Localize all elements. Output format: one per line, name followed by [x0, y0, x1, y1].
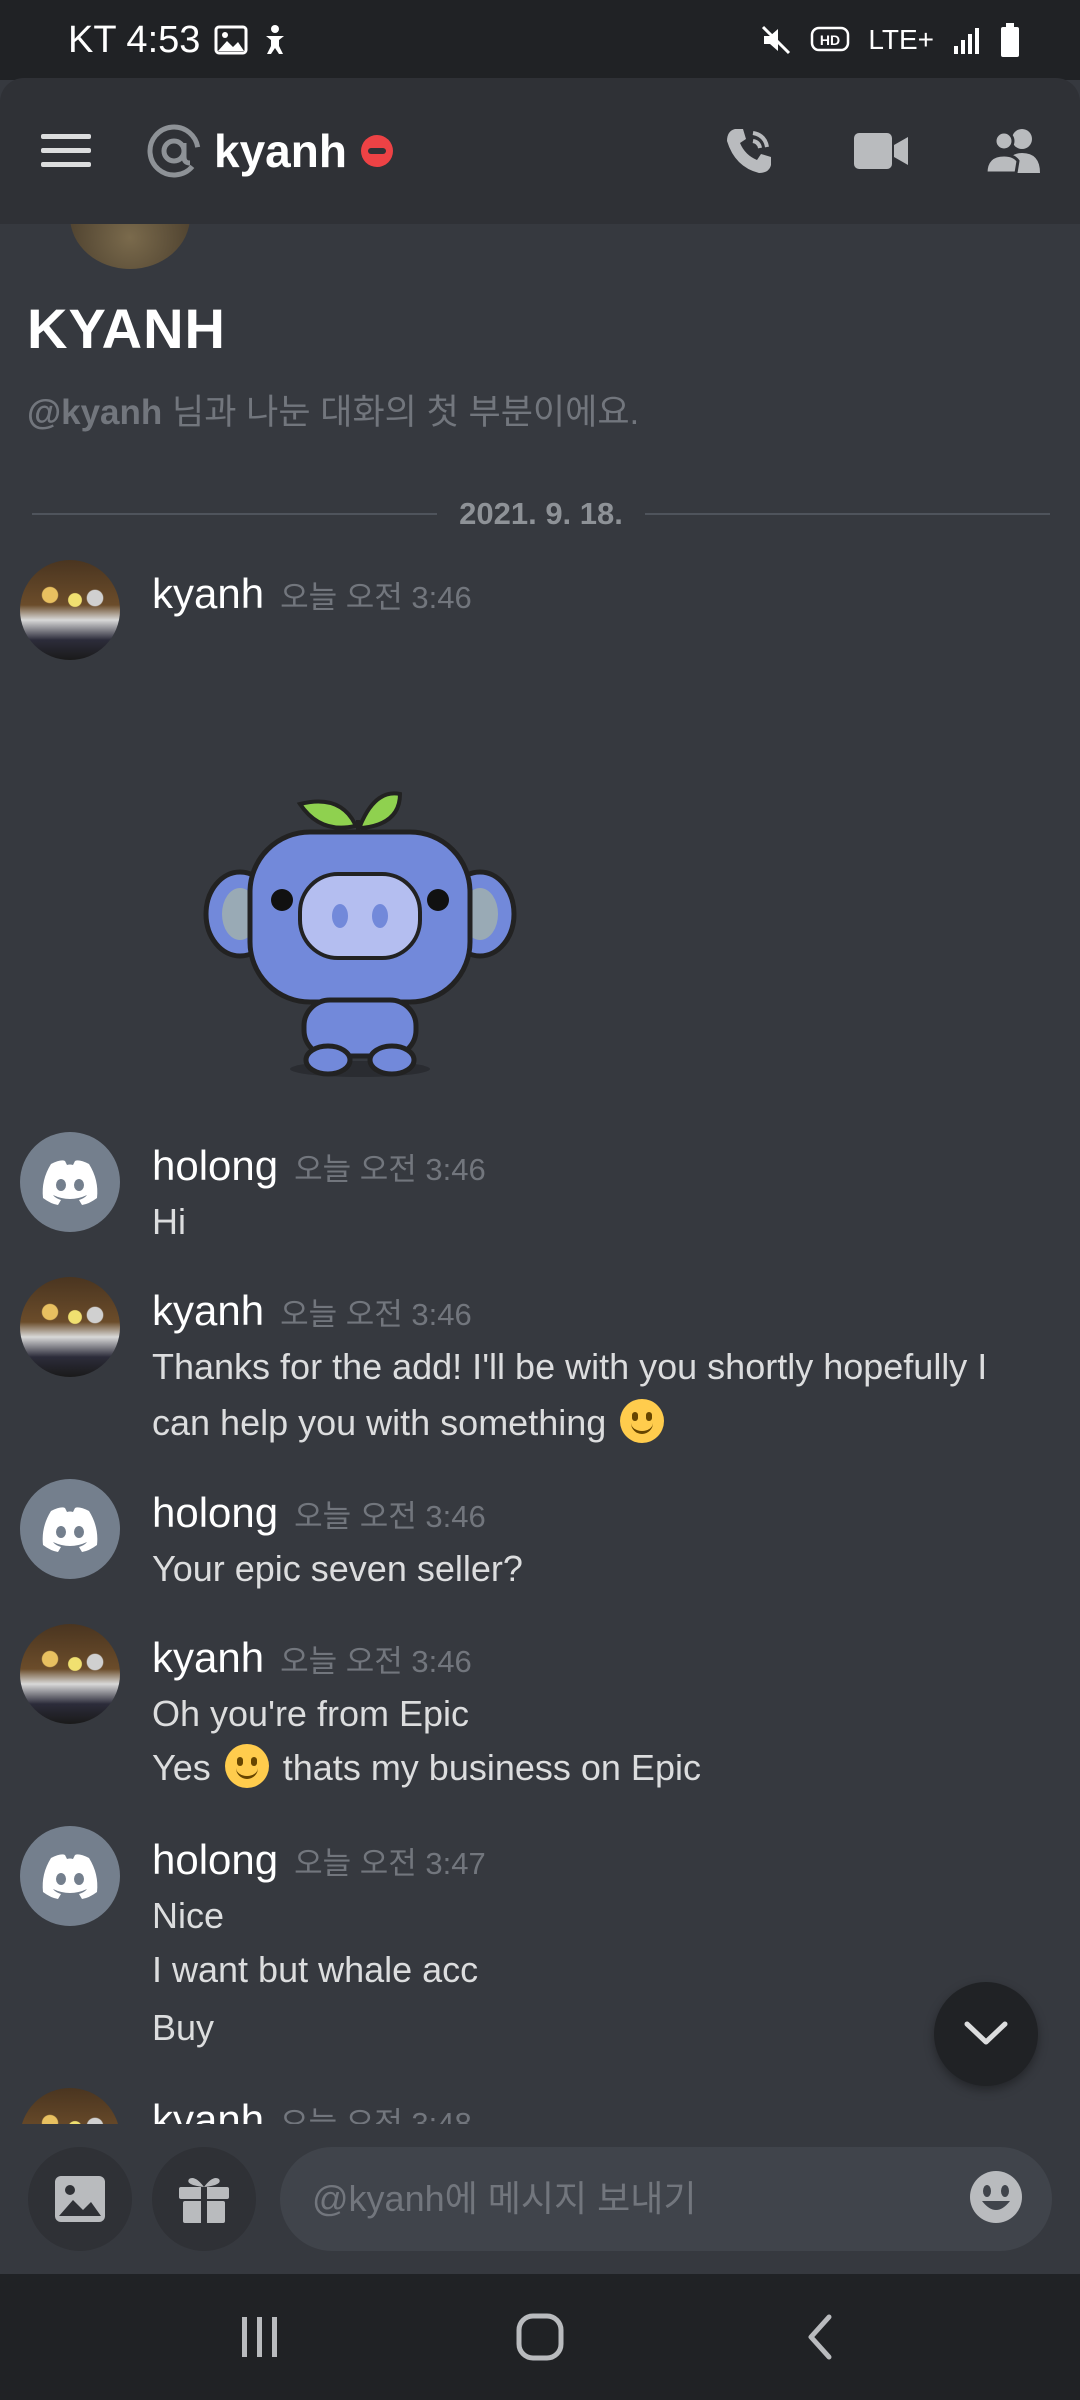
message-text: Buy: [152, 2007, 215, 2048]
message-text: Oh you're from Epic: [152, 1693, 469, 1734]
back-button[interactable]: [775, 2292, 865, 2382]
message-text-line: can help you with something: [152, 1395, 1052, 1451]
channel-title: kyanh: [214, 125, 347, 177]
avatar[interactable]: [20, 1624, 120, 1724]
intro-subtitle: @kyanh 님과 나눈 대화의 첫 부분이에요.: [27, 384, 639, 435]
gift-button[interactable]: [152, 2147, 256, 2251]
intro-handle: @kyanh: [27, 393, 163, 432]
message-composer: [0, 2124, 1080, 2274]
jump-to-bottom-button[interactable]: [934, 1982, 1038, 2086]
signal-icon: [952, 26, 982, 54]
message-text: Nice: [152, 1895, 225, 1936]
chat-scroll-area[interactable]: KYANH @kyanh 님과 나눈 대화의 첫 부분이에요. 2021. 9.…: [0, 224, 1080, 2124]
video-call-icon: [854, 133, 908, 169]
discord-logo-icon: [42, 1854, 98, 1899]
date-divider: 2021. 9. 18.: [32, 494, 1050, 534]
voice-call-icon: [727, 129, 771, 173]
message-author[interactable]: kyanh 오늘 오전 3:46: [152, 1287, 472, 1335]
home-button[interactable]: [495, 2292, 585, 2382]
accessibility-icon: [262, 24, 288, 56]
avatar[interactable]: [20, 1479, 120, 1579]
avatar[interactable]: [20, 1826, 120, 1926]
message-timestamp: 오늘 오전 3:46: [294, 1152, 486, 1187]
intro-subtitle-text: 님과 나눈 대화의 첫 부분이에요.: [162, 393, 640, 432]
video-call-button[interactable]: [850, 120, 912, 182]
avatar[interactable]: [20, 560, 120, 660]
mute-icon: [760, 24, 792, 56]
message-timestamp: 오늘 오전 3:46: [294, 1499, 486, 1534]
network-type: LTE+: [868, 24, 934, 55]
message-author[interactable]: holong 오늘 오전 3:47: [152, 1836, 486, 1884]
discord-logo-icon: [42, 1160, 98, 1205]
chevron-down-icon: [964, 2021, 1008, 2045]
members-button[interactable]: [982, 120, 1044, 182]
hd-voice-icon: HD: [810, 26, 850, 54]
avatar[interactable]: [20, 1277, 120, 1377]
dnd-status-icon: [360, 135, 393, 167]
wumpus-sticker[interactable]: [200, 764, 520, 1084]
message-author[interactable]: kyanh 오늘 오전 3:46: [152, 570, 472, 618]
message-timestamp: 오늘 오전 3:46: [280, 1644, 472, 1679]
message-text-line: Yes thats my business on Epic: [152, 1740, 1052, 1796]
message-text: Hi: [152, 1201, 186, 1242]
carrier-time: KT 4:53: [68, 18, 201, 61]
emoji-picker-icon[interactable]: [968, 2169, 1024, 2230]
message-text: I want but whale acc: [152, 1949, 479, 1990]
at-icon: [146, 123, 202, 179]
intro-title: KYANH: [27, 297, 226, 360]
recent-apps-icon: [242, 2317, 277, 2357]
avatar[interactable]: [20, 1132, 120, 1232]
channel-header: kyanh: [0, 78, 1080, 224]
message-author[interactable]: holong 오늘 오전 3:46: [152, 1489, 486, 1537]
message-timestamp: 오늘 오전 3:46: [280, 1297, 472, 1332]
avatar[interactable]: [20, 2088, 120, 2124]
gallery-icon: [214, 25, 248, 55]
recent-apps-button[interactable]: [215, 2292, 305, 2382]
message-input[interactable]: [312, 2178, 968, 2220]
voice-call-button[interactable]: [718, 120, 780, 182]
home-icon: [516, 2313, 564, 2361]
message-author[interactable]: kyanh 오늘 오전 3:46: [152, 1634, 472, 1682]
message-timestamp: 오늘 오전 3:48: [280, 2106, 472, 2124]
message-input-container: [280, 2147, 1052, 2251]
system-nav-bar: [0, 2274, 1080, 2400]
profile-avatar: [70, 224, 190, 269]
image-icon: [55, 2176, 105, 2222]
svg-text:HD: HD: [820, 32, 840, 48]
discord-logo-icon: [42, 1507, 98, 1552]
divider-date: 2021. 9. 18.: [459, 496, 623, 531]
members-icon: [984, 129, 1040, 175]
slight-smile-emoji-icon: [224, 1744, 269, 1788]
app-root: KT 4:53 HD LTE+ kyanh KYANH @kyanh 님과 나눈…: [0, 0, 1080, 2400]
message-author[interactable]: kyanh 오늘 오전 3:48: [152, 2096, 472, 2124]
gift-icon: [179, 2178, 229, 2223]
message-text: Your epic seven seller?: [152, 1548, 523, 1589]
message-text: Thanks for the add! I'll be with you sho…: [152, 1346, 988, 1387]
menu-icon[interactable]: [36, 121, 96, 181]
message-timestamp: 오늘 오전 3:47: [294, 1846, 486, 1881]
slight-smile-emoji-icon: [620, 1399, 665, 1443]
message-timestamp: 오늘 오전 3:46: [280, 580, 472, 615]
message-author[interactable]: holong 오늘 오전 3:46: [152, 1142, 486, 1190]
attach-image-button[interactable]: [28, 2147, 132, 2251]
battery-icon: [1000, 23, 1020, 57]
status-bar: KT 4:53 HD LTE+: [0, 0, 1080, 80]
back-icon: [808, 2314, 832, 2360]
